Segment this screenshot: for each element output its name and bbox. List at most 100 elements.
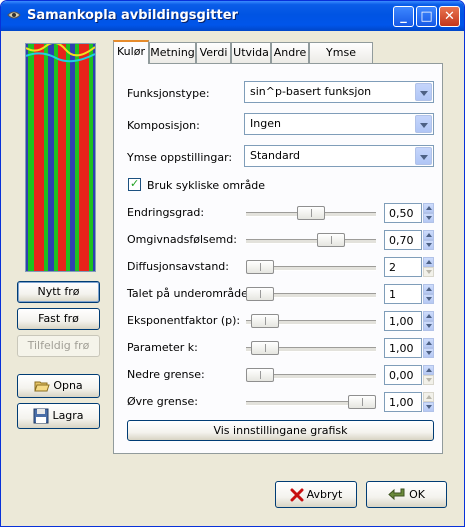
composition-select[interactable]: Ingen [244, 113, 434, 135]
spin-buttons [423, 392, 434, 412]
spin-up-icon[interactable] [423, 338, 434, 348]
pattern-preview-image [26, 44, 95, 271]
spin-up-icon[interactable] [423, 365, 434, 375]
slider-track[interactable] [246, 239, 376, 244]
window-title: Samankopla avbildingsgitter [27, 8, 238, 23]
spin-up-icon[interactable] [423, 284, 434, 294]
slider-thumb[interactable] [348, 395, 376, 409]
ok-label: OK [409, 488, 425, 501]
new-seed-label: Nytt frø [37, 285, 80, 298]
spin-value: 1 [389, 288, 396, 301]
slider-thumb[interactable] [251, 314, 280, 328]
slider-thumb[interactable] [297, 206, 325, 220]
slider-label: Diffusjonsavstand: [127, 260, 229, 273]
show-graph-button[interactable]: Vis innstillingane grafisk [127, 420, 434, 441]
cancel-label: Avbryt [306, 488, 343, 501]
maximize-icon: □ [420, 9, 433, 24]
maximize-button[interactable]: □ [416, 6, 437, 27]
spin-value: 1,00 [389, 342, 414, 355]
open-label: Opna [53, 379, 83, 392]
spin-down-icon[interactable] [423, 213, 434, 223]
composition-value: Ingen [250, 117, 281, 130]
spin-down-icon[interactable] [423, 321, 434, 331]
spin-value: 1,00 [389, 315, 414, 328]
minimize-icon: _ [400, 9, 407, 24]
new-seed-button[interactable]: Nytt frø [17, 281, 100, 303]
save-label: Lagra [52, 409, 84, 422]
spin-input[interactable]: 0,50 [384, 203, 422, 223]
spin-buttons [423, 203, 434, 223]
random-seed-label: Tilfeldig frø [27, 339, 90, 352]
floppy-save-icon [33, 408, 49, 424]
spin-down-icon[interactable] [423, 294, 434, 304]
spin-input[interactable]: 0,00 [384, 365, 422, 385]
misc-settings-select[interactable]: Standard [244, 145, 434, 167]
spin-input[interactable]: 1,00 [384, 392, 422, 412]
composition-label: Komposisjon: [127, 119, 200, 132]
open-button[interactable]: Opna [17, 374, 100, 398]
close-icon: ✕ [444, 9, 455, 24]
save-button[interactable]: Lagra [17, 403, 100, 429]
slider-thumb[interactable] [317, 233, 346, 247]
slider-thumb[interactable] [246, 287, 274, 301]
tab-saturation[interactable]: Metning [149, 42, 196, 63]
close-button[interactable]: ✕ [439, 6, 460, 27]
function-type-select[interactable]: sin^p-basert funksjon [244, 81, 434, 103]
tab-colour[interactable]: Kulør [113, 40, 149, 64]
slider-label: Eksponentfaktor (p): [127, 314, 241, 327]
tab-label: Andre [273, 46, 307, 59]
spin-up-icon[interactable] [423, 311, 434, 321]
spin-value: 0,70 [389, 234, 414, 247]
spin-buttons [423, 284, 434, 304]
slider-thumb[interactable] [246, 260, 274, 274]
spin-input[interactable]: 1,00 [384, 338, 422, 358]
chevron-down-icon [415, 147, 432, 165]
slider-thumb[interactable] [251, 341, 280, 355]
pattern-preview [25, 43, 96, 272]
tab-other[interactable]: Andre [271, 42, 309, 63]
spin-value: 0,00 [389, 369, 414, 382]
cyclic-label[interactable]: Bruk sykliske område [147, 179, 265, 192]
spin-buttons [423, 311, 434, 331]
spin-up-icon[interactable] [423, 230, 434, 240]
slider-label: Talet på underområde: [127, 287, 252, 300]
random-seed-button[interactable]: Tilfeldig frø [17, 335, 100, 357]
spin-down-icon[interactable] [423, 240, 434, 250]
slider-label: Omgivnadsfølsemd: [127, 233, 237, 246]
tab-label: Metning [150, 46, 195, 59]
tab-extended[interactable]: Utvida [231, 42, 271, 63]
spin-down-icon[interactable] [423, 375, 434, 385]
spin-buttons [423, 257, 434, 277]
cancel-button[interactable]: Avbryt [275, 481, 357, 508]
spin-down-icon[interactable] [423, 267, 434, 277]
slider-label: Nedre grense: [127, 368, 205, 381]
ok-button[interactable]: OK [366, 481, 447, 508]
spin-input[interactable]: 1 [384, 284, 422, 304]
tab-label: Verdi [199, 46, 228, 59]
folder-open-icon [34, 381, 51, 392]
spin-input[interactable]: 2 [384, 257, 422, 277]
spin-up-icon[interactable] [423, 392, 434, 402]
fixed-seed-label: Fast frø [38, 312, 79, 325]
spin-input[interactable]: 1,00 [384, 311, 422, 331]
spin-down-icon[interactable] [423, 348, 434, 358]
slider-label: Endringsgrad: [127, 206, 205, 219]
spin-up-icon[interactable] [423, 257, 434, 267]
tab-misc-settings[interactable]: Ymse innst. [309, 42, 373, 78]
spin-up-icon[interactable] [423, 203, 434, 213]
misc-settings-value: Standard [250, 149, 301, 162]
title-bar[interactable]: Samankopla avbildingsgitter _ □ ✕ [1, 1, 464, 31]
ok-arrow-icon [388, 488, 405, 501]
fixed-seed-button[interactable]: Fast frø [17, 308, 100, 330]
slider-thumb[interactable] [246, 368, 274, 382]
spin-input[interactable]: 0,70 [384, 230, 422, 250]
spin-down-icon[interactable] [423, 402, 434, 412]
spin-buttons [423, 230, 434, 250]
cancel-x-icon [290, 488, 304, 502]
chevron-down-icon [415, 115, 432, 133]
tab-value[interactable]: Verdi [196, 42, 231, 63]
misc-settings-label: Ymse oppstillingar: [127, 151, 233, 164]
show-graph-label: Vis innstillingane grafisk [213, 424, 348, 437]
cyclic-checkbox[interactable] [128, 177, 141, 191]
minimize-button[interactable]: _ [393, 6, 414, 27]
